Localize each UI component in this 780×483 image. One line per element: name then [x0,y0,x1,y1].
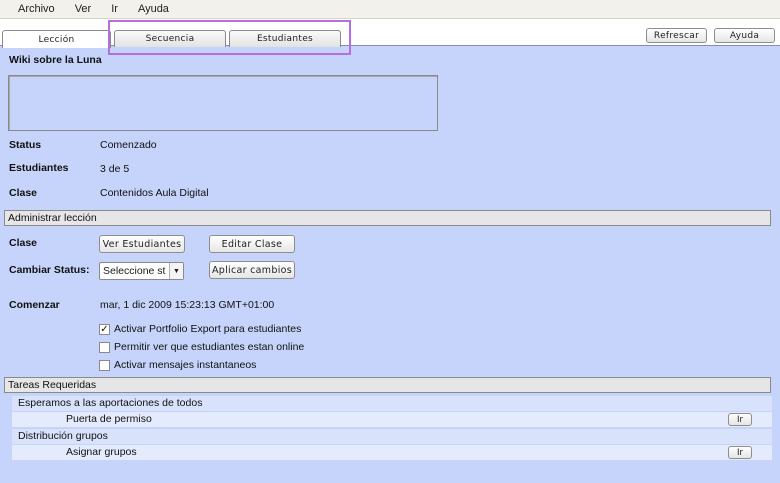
task-item: Asignar grupos [12,445,772,460]
tab-estudiantes[interactable]: Estudiantes [229,30,341,47]
status-select[interactable]: Seleccione st ▼ [99,262,184,280]
go-button[interactable]: Ir [728,413,752,426]
online-students-label: Permitir ver que estudiantes estan onlin… [114,341,305,353]
students-value: 3 de 5 [100,163,130,175]
tab-bar: Lección Secuencia Estudiantes Refrescar … [0,19,780,48]
start-label: Comenzar [9,299,60,311]
menu-bar: Archivo Ver Ir Ayuda [0,0,780,19]
menu-archivo[interactable]: Archivo [18,3,55,15]
portfolio-export-label: Activar Portfolio Export para estudiante… [114,323,302,335]
task-item: Puerta de permiso [12,412,772,427]
tab-secuencia[interactable]: Secuencia [114,30,226,47]
go-button[interactable]: Ir [728,446,752,459]
status-label: Status [9,139,42,151]
menu-ver[interactable]: Ver [75,3,92,15]
tasks-section-header: Tareas Requeridas [4,377,771,393]
online-students-checkbox[interactable] [99,342,110,353]
tab-leccion[interactable]: Lección [2,30,111,48]
status-value: Comenzado [100,139,157,151]
task-group: Distribución grupos [12,429,772,444]
class-value: Contenidos Aula Digital [100,187,209,199]
edit-class-button[interactable]: Editar Clase [209,235,295,253]
portfolio-export-checkbox[interactable]: ✓ [99,324,110,335]
refresh-button[interactable]: Refrescar [646,28,707,43]
apply-changes-button[interactable]: Aplicar cambios [209,261,295,279]
class-label: Clase [9,187,38,199]
instant-messages-label: Activar mensajes instantaneos [114,359,257,371]
admin-class-label: Clase [9,237,38,249]
admin-section-header: Administrar lección [4,210,771,226]
task-group: Esperamos a las aportaciones de todos [12,396,772,411]
status-select-value: Seleccione st [103,265,166,277]
menu-ir[interactable]: Ir [111,3,118,15]
lesson-title: Wiki sobre la Luna [9,54,102,66]
instant-messages-checkbox[interactable] [99,360,110,371]
chevron-down-icon[interactable]: ▼ [169,263,183,279]
lesson-description-box[interactable] [8,75,438,131]
students-label: Estudiantes [9,162,69,174]
change-status-label: Cambiar Status: [9,264,90,276]
help-button[interactable]: Ayuda [714,28,775,43]
start-value: mar, 1 dic 2009 15:23:13 GMT+01:00 [100,299,275,311]
menu-ayuda[interactable]: Ayuda [138,3,169,15]
view-students-button[interactable]: Ver Estudiantes [99,235,185,253]
